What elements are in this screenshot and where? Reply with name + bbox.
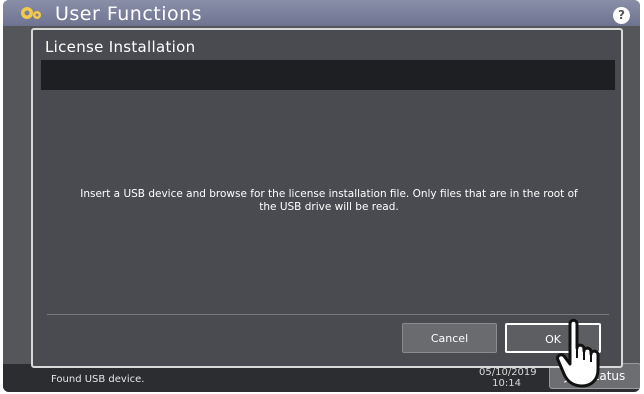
app-title: User Functions (55, 3, 203, 25)
datetime: 05/10/2019 10:14 (479, 367, 537, 389)
time-text: 10:14 (492, 378, 521, 389)
pointing-hand-icon (556, 318, 600, 388)
help-icon[interactable]: ? (613, 7, 630, 24)
cancel-button[interactable]: Cancel (402, 323, 497, 353)
gear-icon (21, 7, 41, 19)
license-installation-dialog: License Installation Insert a USB device… (31, 28, 623, 368)
divider (47, 314, 609, 315)
date-text: 05/10/2019 (479, 367, 537, 378)
dialog-title: License Installation (45, 38, 196, 56)
dialog-message: Insert a USB device and browse for the l… (80, 188, 578, 213)
status-message: Found USB device. (51, 374, 145, 385)
dialog-header-strip (41, 60, 615, 90)
device-screen: User Functions ? Found USB device. 05/10… (3, 0, 640, 392)
status-bar: Found USB device. 05/10/2019 10:14 Job S… (3, 363, 640, 392)
app-header: User Functions ? (3, 0, 640, 26)
